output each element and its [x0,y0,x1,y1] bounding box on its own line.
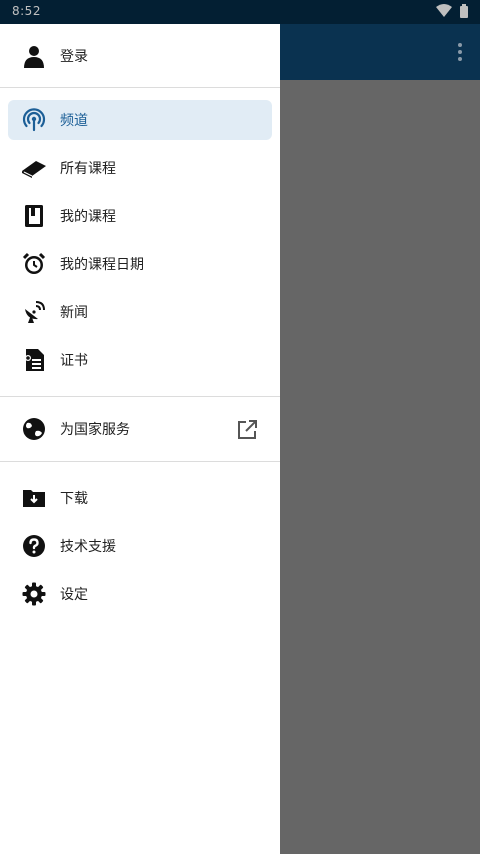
menu-label-downloads: 下载 [60,491,88,507]
download-folder-icon [20,484,48,512]
menu-label-channels: 频道 [60,113,88,129]
broadcast-icon [20,106,48,134]
menu-label-certificates: 证书 [60,353,88,369]
menu-label-serve-country: 为国家服务 [60,422,130,438]
menu-label-all-courses: 所有课程 [60,161,116,177]
menu-label-news: 新闻 [60,305,88,321]
alarm-clock-icon [20,250,48,278]
external-link-icon [236,419,258,441]
menu-label-my-courses: 我的课程 [60,209,116,225]
help-circle-icon [20,532,48,560]
utility-section: 下载 技术支援 设定 [0,462,280,630]
menu-item-support[interactable]: 技术支援 [0,522,280,570]
menu-item-all-courses[interactable]: 所有课程 [0,144,280,192]
login-row[interactable]: 登录 [0,24,280,88]
menu-label-settings: 设定 [60,587,88,603]
globe-icon [20,415,48,443]
overflow-menu-button[interactable] [450,38,470,66]
main-menu-section: 频道 所有课程 我的课程 我的课程日期 新闻 证书 [0,88,280,396]
menu-label-support: 技术支援 [60,539,116,555]
status-scrim [0,0,480,24]
menu-item-settings[interactable]: 设定 [0,570,280,618]
gear-icon [20,580,48,608]
menu-label-course-dates: 我的课程日期 [60,257,144,273]
menu-item-certificates[interactable]: 证书 [0,336,280,384]
menu-item-channels[interactable]: 频道 [8,100,272,140]
overflow-dot [458,50,462,54]
menu-item-serve-country[interactable]: 为国家服务 [0,405,280,453]
certificate-icon [20,346,48,374]
external-section: 为国家服务 [0,397,280,461]
menu-item-my-courses[interactable]: 我的课程 [0,192,280,240]
navigation-drawer: 登录 频道 所有课程 我的课程 我的课程日期 新闻 证书 为国家服务 下载 技术… [0,24,280,854]
notebook-icon [20,202,48,230]
menu-item-downloads[interactable]: 下载 [0,474,280,522]
person-icon [20,42,48,70]
overflow-dot [458,43,462,47]
menu-item-news[interactable]: 新闻 [0,288,280,336]
menu-item-course-dates[interactable]: 我的课程日期 [0,240,280,288]
overflow-dot [458,57,462,61]
book-icon [20,154,48,182]
satellite-dish-icon [20,298,48,326]
login-label: 登录 [60,48,88,65]
